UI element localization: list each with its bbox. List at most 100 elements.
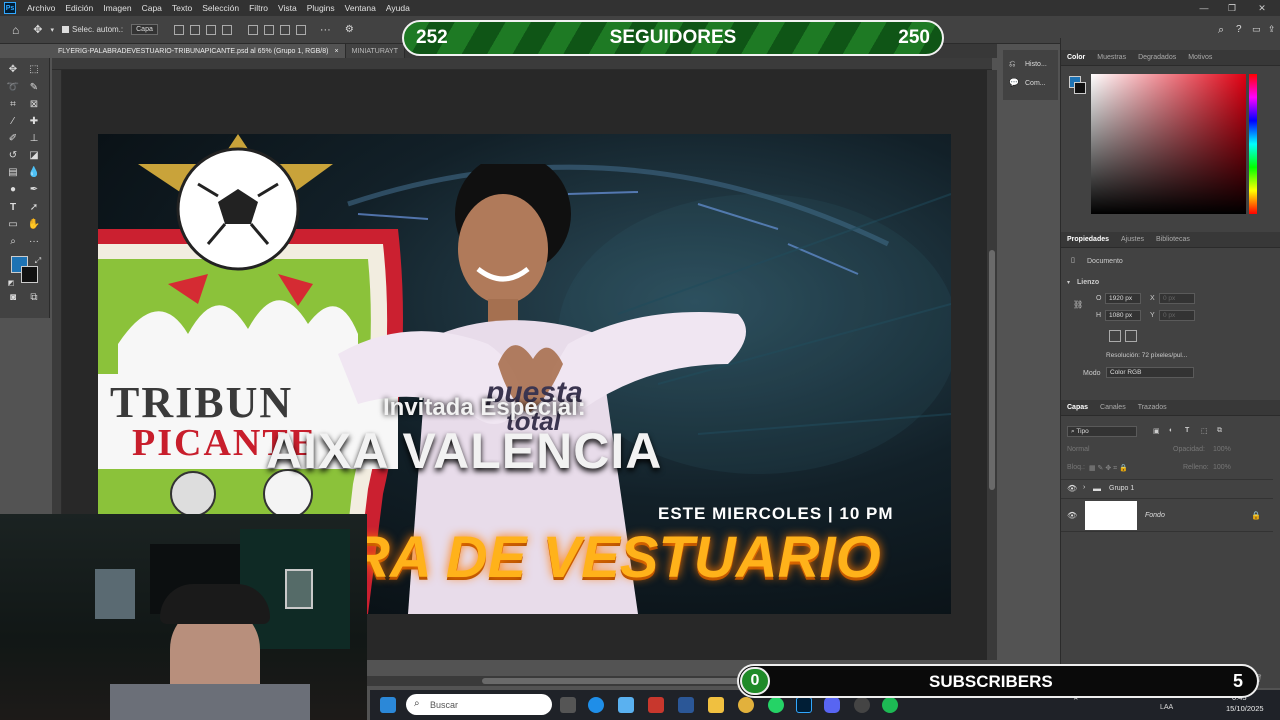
rectangle-tool-icon[interactable]: ▭: [6, 217, 20, 231]
maximize-icon[interactable]: ❐: [1218, 0, 1246, 16]
menu-seleccion[interactable]: Selección: [197, 3, 244, 13]
history-icon[interactable]: ⎌: [1009, 59, 1015, 69]
menu-imagen[interactable]: Imagen: [98, 3, 136, 13]
canvas-x-field[interactable]: 0 px: [1159, 293, 1195, 304]
layer-name[interactable]: Grupo 1: [1109, 485, 1134, 492]
auto-select-checkbox[interactable]: Selec. autom.:: [61, 25, 123, 34]
layer-filter-dropdown[interactable]: ⌕ Tipo: [1067, 426, 1137, 437]
zoom-tool-icon[interactable]: ⌕: [6, 234, 20, 248]
frame-tool-icon[interactable]: ⊠: [27, 97, 41, 111]
discord-icon[interactable]: [824, 697, 840, 713]
menu-ventana[interactable]: Ventana: [340, 3, 381, 13]
filter-shape-icon[interactable]: ⬚: [1201, 427, 1208, 435]
word-icon[interactable]: [678, 697, 694, 713]
share-icon[interactable]: ⇪: [1268, 24, 1276, 35]
windows-start-icon[interactable]: [380, 697, 396, 713]
color-picker-field[interactable]: [1091, 74, 1246, 214]
help-icon[interactable]: ?: [1236, 24, 1242, 35]
blend-mode-dropdown[interactable]: Normal: [1067, 446, 1090, 453]
crop-tool-icon[interactable]: ⌗: [6, 97, 20, 111]
blur-tool-icon[interactable]: 💧: [27, 165, 41, 179]
chevron-down-icon[interactable]: ▾: [1067, 279, 1070, 286]
edge-icon[interactable]: [588, 697, 604, 713]
filter-adjust-icon[interactable]: ◐: [1169, 427, 1173, 434]
tab-swatches[interactable]: Muestras: [1091, 54, 1132, 61]
menu-filtro[interactable]: Filtro: [244, 3, 273, 13]
align-left-icon[interactable]: [173, 24, 184, 35]
hand-tool-icon[interactable]: ✋: [27, 217, 41, 231]
comments-icon[interactable]: 💬: [1009, 78, 1019, 87]
more-options-icon[interactable]: ···: [320, 24, 331, 36]
healing-brush-icon[interactable]: ✚: [27, 114, 41, 128]
swap-colors-icon[interactable]: ⤢: [31, 254, 45, 268]
canvas-width-field[interactable]: 1920 px: [1105, 293, 1141, 304]
taskbar-search-box[interactable]: ⌕ Buscar: [406, 694, 552, 715]
comments-panel-label[interactable]: Com...: [1025, 80, 1046, 87]
workspace-icon[interactable]: ▭: [1252, 24, 1261, 35]
tab-flyer-document[interactable]: FLYERIG-PALABRADEVESTUARIO-TRIBUNAPICANT…: [52, 44, 346, 58]
history-brush-icon[interactable]: ↺: [6, 148, 20, 162]
photoshop-taskbar-icon[interactable]: [796, 697, 812, 713]
minimize-icon[interactable]: —: [1190, 0, 1218, 16]
tab-miniatura[interactable]: MINIATURAYT: [345, 44, 405, 58]
expand-chevron-icon[interactable]: ›: [1083, 484, 1085, 491]
search-icon[interactable]: ⌕: [1218, 24, 1224, 37]
color-background-chip[interactable]: [1074, 82, 1086, 94]
background-color-swatch[interactable]: [21, 266, 38, 283]
align-justify-icon[interactable]: [221, 24, 232, 35]
lasso-tool-icon[interactable]: ➰: [6, 80, 20, 94]
tab-libraries[interactable]: Bibliotecas: [1150, 236, 1196, 243]
home-icon[interactable]: ⌂: [12, 23, 19, 37]
spotify-icon[interactable]: [882, 697, 898, 713]
canvas-height-field[interactable]: 1080 px: [1105, 310, 1141, 321]
dodge-tool-icon[interactable]: ●: [6, 182, 20, 196]
menu-edicion[interactable]: Edición: [60, 3, 98, 13]
align-center-icon[interactable]: [189, 24, 200, 35]
pen-tool-icon[interactable]: ✒: [27, 182, 41, 196]
eraser-tool-icon[interactable]: ◪: [27, 148, 41, 162]
distribute-icon[interactable]: [295, 24, 306, 35]
more-tools-icon[interactable]: ···: [27, 234, 41, 248]
opacity-value[interactable]: 100%: [1213, 446, 1231, 453]
canvas-y-field[interactable]: 0 px: [1159, 310, 1195, 321]
file-explorer-icon[interactable]: [708, 697, 724, 713]
clock-date[interactable]: 15/10/2025: [1226, 704, 1264, 713]
align-middle-icon[interactable]: [263, 24, 274, 35]
path-select-icon[interactable]: ➚: [27, 200, 41, 214]
tab-adjustments[interactable]: Ajustes: [1115, 236, 1150, 243]
link-icon[interactable]: ⛓: [1073, 300, 1083, 309]
layer-name[interactable]: Fondo: [1145, 512, 1165, 519]
tab-gradients[interactable]: Degradados: [1132, 54, 1182, 61]
layer-row[interactable]: 👁 Fondo 🔒: [1061, 498, 1273, 532]
hue-slider[interactable]: [1249, 74, 1257, 214]
default-colors-icon[interactable]: ◩: [4, 276, 18, 290]
tab-channels[interactable]: Canales: [1094, 404, 1132, 411]
visibility-eye-icon[interactable]: 👁: [1067, 511, 1077, 520]
portrait-icon[interactable]: [1109, 330, 1121, 342]
powerpoint-icon[interactable]: [648, 697, 664, 713]
auto-select-dropdown[interactable]: Capa: [131, 24, 158, 35]
keyboard-layout[interactable]: LAA: [1160, 704, 1173, 711]
layer-row[interactable]: 👁 › ▬ Grupo 1: [1061, 479, 1273, 497]
task-view-icon[interactable]: [560, 697, 576, 713]
tab-close-icon[interactable]: ×: [334, 48, 338, 55]
3d-gear-icon[interactable]: ⚙: [345, 24, 354, 35]
screen-mode-icon[interactable]: ⧉: [27, 290, 41, 304]
visibility-eye-icon[interactable]: 👁: [1067, 484, 1077, 493]
filter-pixel-icon[interactable]: ▣: [1153, 427, 1160, 435]
whatsapp-icon[interactable]: [768, 697, 784, 713]
color-mode-dropdown[interactable]: Color RGB: [1106, 367, 1194, 378]
close-icon[interactable]: ✕: [1248, 0, 1276, 16]
brush-tool-icon[interactable]: ✐: [6, 131, 20, 145]
text-tool-icon[interactable]: T: [6, 200, 20, 214]
menu-vista[interactable]: Vista: [273, 3, 302, 13]
tab-patterns[interactable]: Motivos: [1182, 54, 1218, 61]
marquee-tool-icon[interactable]: ⬚: [27, 62, 41, 76]
tab-paths[interactable]: Trazados: [1132, 404, 1173, 411]
vertical-scrollbar[interactable]: [987, 70, 997, 660]
menu-ayuda[interactable]: Ayuda: [381, 3, 415, 13]
move-tool-icon[interactable]: ✥: [6, 62, 20, 76]
chrome-icon[interactable]: [738, 697, 754, 713]
obs-icon[interactable]: [854, 697, 870, 713]
align-top-icon[interactable]: [247, 24, 258, 35]
